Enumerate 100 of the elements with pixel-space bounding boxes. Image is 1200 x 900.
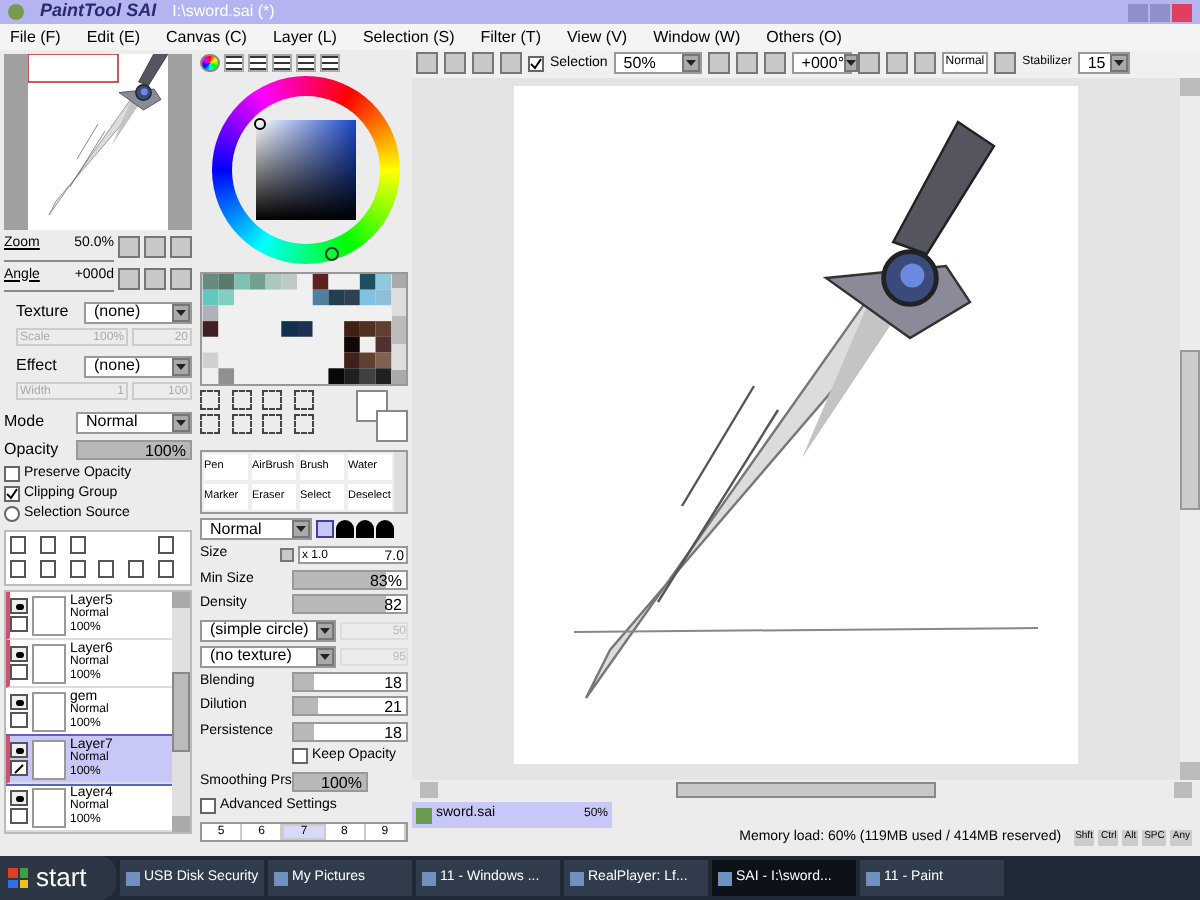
copy-button[interactable] xyxy=(500,52,522,75)
menu-item[interactable]: Others (O) xyxy=(766,25,842,49)
menu-item[interactable]: Selection (S) xyxy=(362,25,455,49)
effect-label: Effect xyxy=(16,354,59,378)
checkbox[interactable] xyxy=(4,466,20,482)
rotate-left-button[interactable] xyxy=(118,267,140,290)
app-logo-icon xyxy=(8,4,24,20)
caret-icon xyxy=(1109,54,1128,73)
eye-icon[interactable] xyxy=(10,742,28,758)
zoom-reset-button[interactable] xyxy=(170,236,192,259)
slider[interactable]: 82 xyxy=(292,594,408,615)
soft-tip-icon[interactable] xyxy=(336,520,354,538)
menu-item[interactable]: Filter (T) xyxy=(480,25,541,49)
app-icon xyxy=(570,871,584,885)
caret-icon xyxy=(681,54,700,73)
brush-icon xyxy=(10,760,28,776)
zoom-in-button[interactable] xyxy=(735,52,758,75)
rotate-left-button[interactable] xyxy=(857,52,880,75)
dropdown[interactable]: Normal xyxy=(200,518,312,540)
checkbox[interactable] xyxy=(292,748,308,765)
mode-label: Mode xyxy=(4,410,47,434)
dropdown[interactable]: (none) xyxy=(84,301,192,323)
eye-icon[interactable] xyxy=(10,598,28,614)
slider[interactable]: 21 xyxy=(292,696,408,717)
layer-scrollbar[interactable] xyxy=(172,592,190,832)
eye-icon[interactable] xyxy=(10,694,28,710)
round-tip-icon[interactable] xyxy=(356,520,374,538)
caret-icon xyxy=(292,520,310,538)
layer-thumbnail xyxy=(32,595,66,635)
menu-item[interactable]: View (V) xyxy=(566,25,628,49)
zoom-reset-button[interactable] xyxy=(763,52,786,75)
caret-icon xyxy=(172,303,190,321)
flip-button[interactable] xyxy=(994,52,1017,75)
dropdown[interactable]: Normal xyxy=(76,411,192,433)
flat-tip-icon[interactable] xyxy=(376,520,394,538)
texture-label: Texture xyxy=(16,300,71,324)
lock-box[interactable] xyxy=(10,664,28,680)
caret-icon xyxy=(844,54,859,73)
size-menu-button[interactable] xyxy=(280,547,294,562)
layer-thumbnail xyxy=(32,691,66,731)
app-name: PaintTool SAI xyxy=(40,0,157,25)
checkbox[interactable] xyxy=(4,486,20,502)
zoom-out-button[interactable] xyxy=(118,236,140,259)
caret-icon xyxy=(172,357,190,375)
swatch-palette[interactable] xyxy=(202,274,392,384)
hard-tip-icon[interactable] xyxy=(316,520,334,538)
checkbox[interactable] xyxy=(528,55,544,72)
brush-scrollbar[interactable] xyxy=(394,452,406,512)
slider[interactable]: 83% xyxy=(292,569,408,590)
windows-logo-icon xyxy=(8,868,28,888)
rotate-reset-button[interactable] xyxy=(170,267,192,290)
app-icon xyxy=(126,871,140,885)
horizontal-scrollbar[interactable] xyxy=(420,780,1192,799)
app-icon xyxy=(718,871,732,885)
dropdown[interactable]: 15 xyxy=(1077,52,1130,75)
slider[interactable]: 100% xyxy=(76,440,192,460)
dropdown[interactable]: (no texture) xyxy=(200,645,336,667)
radio-button[interactable] xyxy=(4,506,20,522)
eye-icon[interactable] xyxy=(10,646,28,662)
opacity-label: Opacity xyxy=(4,438,61,462)
app-icon xyxy=(274,871,288,885)
slider[interactable]: 100% xyxy=(292,771,368,792)
menu-item[interactable]: Layer (L) xyxy=(272,25,337,49)
menu-item[interactable]: File (F) xyxy=(10,25,61,49)
app-icon xyxy=(422,871,436,885)
layer-thumbnail xyxy=(32,787,66,827)
checkbox[interactable] xyxy=(200,798,216,815)
color-wheel-tab-icon[interactable] xyxy=(200,54,220,72)
rotate-reset-button[interactable] xyxy=(913,52,936,75)
rotate-right-button[interactable] xyxy=(885,52,908,75)
vertical-scrollbar[interactable] xyxy=(1180,77,1200,781)
caret-icon xyxy=(172,413,190,431)
redo-button[interactable] xyxy=(444,52,466,75)
window-title: I:\sword.sai (*) xyxy=(172,0,275,24)
layer-thumbnail xyxy=(32,739,66,779)
palette-scrollbar[interactable] xyxy=(392,274,406,384)
eye-icon[interactable] xyxy=(10,790,28,806)
zoom-out-button[interactable] xyxy=(707,52,730,75)
menu-item[interactable]: Canvas (C) xyxy=(166,25,247,49)
cut-button[interactable] xyxy=(472,52,494,75)
color-swatches[interactable] xyxy=(356,390,408,442)
dropdown[interactable]: (simple circle) xyxy=(200,619,336,641)
lock-box[interactable] xyxy=(10,808,28,824)
start-button[interactable]: start xyxy=(0,856,116,900)
slider[interactable]: 18 xyxy=(292,671,408,692)
sword-drawing[interactable] xyxy=(514,85,1078,764)
slider[interactable]: 18 xyxy=(292,721,408,742)
dropdown[interactable]: (none) xyxy=(84,355,192,377)
zoom-in-button[interactable] xyxy=(144,236,166,259)
caret-icon xyxy=(316,647,334,665)
file-icon xyxy=(416,807,432,824)
lock-box[interactable] xyxy=(10,712,28,728)
app-icon xyxy=(866,871,880,885)
undo-button[interactable] xyxy=(416,52,438,75)
lock-box[interactable] xyxy=(10,616,28,632)
menu-item[interactable]: Edit (E) xyxy=(86,25,140,49)
dropdown[interactable]: 50% xyxy=(613,52,702,75)
menu-item[interactable]: Window (W) xyxy=(653,25,741,49)
rotate-right-button[interactable] xyxy=(144,267,166,290)
dropdown[interactable]: +000° xyxy=(791,52,852,75)
